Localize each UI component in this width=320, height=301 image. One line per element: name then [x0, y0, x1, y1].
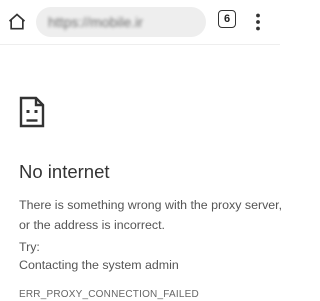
address-bar-url: https://mobile.ir — [48, 14, 143, 30]
error-description-line-1: There is something wrong with the proxy … — [19, 198, 283, 212]
tab-switcher-button[interactable]: 6 — [218, 10, 236, 28]
home-icon — [8, 13, 26, 30]
browser-menu-button[interactable] — [248, 9, 268, 35]
try-label: Try: — [19, 240, 40, 254]
tab-count: 6 — [223, 12, 231, 25]
home-button[interactable] — [4, 9, 30, 35]
sad-document-icon — [19, 96, 45, 128]
browser-toolbar: https://mobile.ir 6 — [0, 0, 280, 44]
more-vert-icon — [256, 13, 260, 31]
suggestion-item: Contacting the system admin — [19, 258, 179, 272]
toolbar-divider — [0, 44, 280, 45]
error-description-line-2: or the address is incorrect. — [19, 218, 165, 232]
error-title: No internet — [19, 161, 110, 182]
error-description: There is something wrong with the proxy … — [19, 195, 283, 235]
address-bar[interactable]: https://mobile.ir — [36, 7, 206, 37]
error-code: ERR_PROXY_CONNECTION_FAILED — [19, 289, 199, 300]
